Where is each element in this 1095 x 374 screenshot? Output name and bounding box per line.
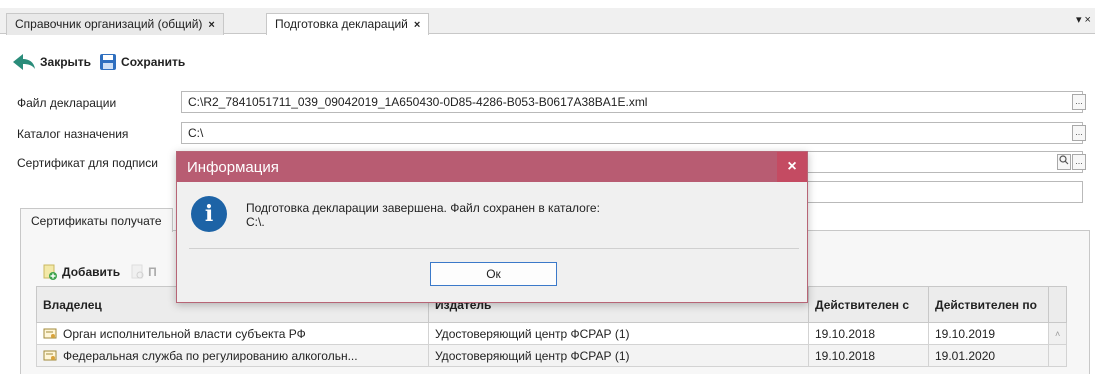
browse-cert-button[interactable]: ... xyxy=(1072,154,1086,170)
certificates-toolbar: Добавить П xyxy=(42,264,157,280)
info-icon: i xyxy=(191,196,227,232)
col-header-valid-to[interactable]: Действителен по xyxy=(928,286,1049,323)
tab-recipient-certificates[interactable]: Сертификаты получате xyxy=(20,208,173,232)
tab-label: Справочник организаций (общий) xyxy=(15,17,203,31)
owner-text: Федеральная служба по регулированию алко… xyxy=(63,348,358,363)
owner-text: Орган исполнительной власти субъекта РФ xyxy=(63,326,306,341)
target-dir-field[interactable]: C:\ xyxy=(181,122,1083,144)
dialog-titlebar[interactable]: Информация × xyxy=(177,152,807,182)
dialog-message: Подготовка декларации завершена. Файл со… xyxy=(246,201,600,229)
scrollbar-header xyxy=(1047,286,1068,323)
ok-button[interactable]: Ок xyxy=(430,262,557,286)
info-dialog: Информация × i Подготовка декларации зав… xyxy=(176,151,808,303)
valid-from-cell: 19.10.2018 xyxy=(808,344,929,367)
dialog-body: i Подготовка декларации завершена. Файл … xyxy=(177,182,807,304)
valid-to-cell: 19.10.2019 xyxy=(928,322,1049,345)
col-header-valid-from[interactable]: Действителен с xyxy=(808,286,929,323)
tab-close-icon[interactable]: × xyxy=(414,19,420,31)
scrollbar-track[interactable] xyxy=(1047,344,1068,367)
save-icon xyxy=(100,54,117,70)
tab-label: Подготовка деклараций xyxy=(275,17,408,31)
tab-declarations[interactable]: Подготовка деклараций × xyxy=(266,13,430,35)
add-button[interactable]: Добавить xyxy=(62,265,120,279)
browse-dir-button[interactable]: ... xyxy=(1072,125,1086,141)
certificate-icon xyxy=(43,328,57,338)
declaration-file-label: Файл декларации xyxy=(17,96,117,110)
view-document-icon xyxy=(131,264,144,279)
dialog-close-button[interactable]: × xyxy=(777,152,807,182)
toolbar: Закрыть Сохранить xyxy=(12,50,193,74)
cert-label: Сертификат для подписи xyxy=(17,156,158,170)
view-button[interactable]: П xyxy=(148,265,157,279)
owner-cell: Орган исполнительной власти субъекта РФ xyxy=(36,322,429,345)
dialog-title: Информация xyxy=(187,159,279,176)
issuer-cell: Удостоверяющий центр ФСРАР (1) xyxy=(428,322,809,345)
search-icon[interactable] xyxy=(1057,154,1071,170)
issuer-cell: Удостоверяющий центр ФСРАР (1) xyxy=(428,344,809,367)
target-dir-label: Каталог назначения xyxy=(17,127,129,141)
dialog-message-line1: Подготовка декларации завершена. Файл со… xyxy=(246,201,600,215)
close-button-label: Закрыть xyxy=(40,55,92,69)
dialog-separator xyxy=(189,248,799,249)
scroll-up-icon[interactable]: ˄ xyxy=(1047,322,1068,345)
add-document-icon xyxy=(43,264,57,280)
save-button[interactable]: Сохранить xyxy=(99,53,185,71)
tab-close-icon[interactable]: × xyxy=(208,19,214,31)
back-arrow-icon xyxy=(13,54,35,70)
table-row[interactable]: Орган исполнительной власти субъекта РФ … xyxy=(36,322,1068,345)
close-button[interactable]: Закрыть xyxy=(12,53,91,71)
certificate-icon xyxy=(43,350,57,360)
browse-file-button[interactable]: ... xyxy=(1072,94,1086,110)
tab-organizations[interactable]: Справочник организаций (общий) × xyxy=(6,13,224,35)
tab-bar: Справочник организаций (общий) × Подготов… xyxy=(0,8,1095,35)
tab-menu-icon[interactable]: ▾ × xyxy=(1076,13,1091,26)
save-button-label: Сохранить xyxy=(121,55,186,69)
table-row[interactable]: Федеральная служба по регулированию алко… xyxy=(36,344,1068,367)
declaration-file-field[interactable]: C:\R2_7841051711_039_09042019_1A650430-0… xyxy=(181,91,1083,113)
dialog-message-line2: C:\. xyxy=(246,215,265,229)
owner-cell: Федеральная служба по регулированию алко… xyxy=(36,344,429,367)
valid-to-cell: 19.01.2020 xyxy=(928,344,1049,367)
valid-from-cell: 19.10.2018 xyxy=(808,322,929,345)
